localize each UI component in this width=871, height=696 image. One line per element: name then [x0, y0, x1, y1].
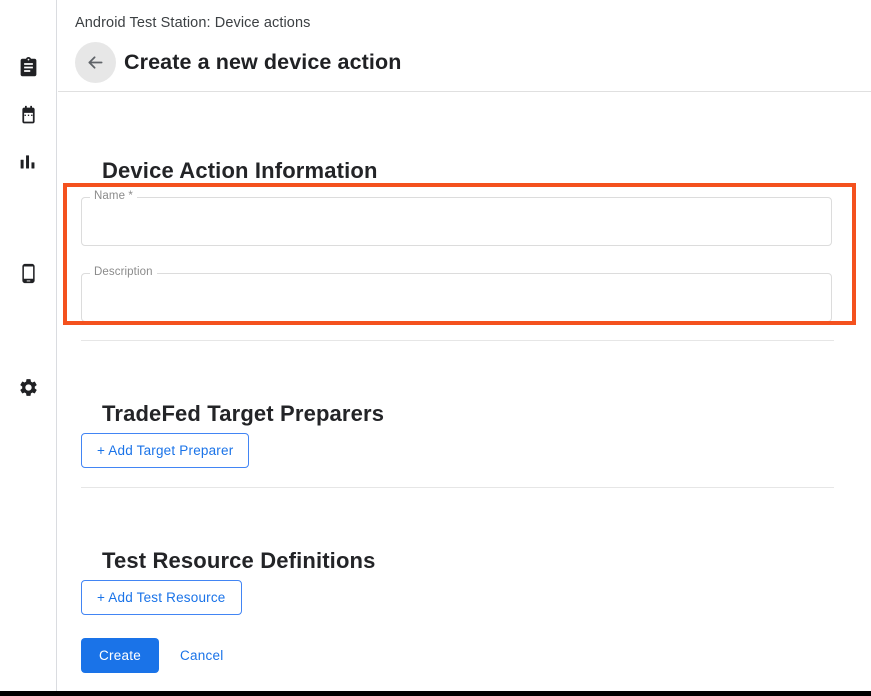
add-target-preparer-button[interactable]: + Add Target Preparer: [81, 433, 249, 468]
app-window: Android Test Station: Device actions Cre…: [0, 0, 871, 696]
bottom-strip: [0, 691, 871, 696]
calendar-icon: [18, 105, 39, 126]
sidebar-item-test-results[interactable]: [0, 146, 56, 176]
bar-chart-icon: [18, 151, 39, 172]
name-input[interactable]: [82, 198, 831, 245]
gear-icon: [18, 377, 39, 398]
section-divider: [81, 340, 834, 341]
sidebar-rail: [0, 0, 57, 691]
sidebar-item-test-suites[interactable]: [0, 100, 56, 130]
name-field-wrapper: Name *: [81, 197, 832, 246]
clipboard-icon: [18, 57, 39, 78]
sidebar-item-test-runs[interactable]: [0, 52, 56, 82]
description-input[interactable]: [82, 274, 831, 321]
sidebar-item-settings[interactable]: [0, 372, 56, 402]
cancel-button[interactable]: Cancel: [168, 638, 236, 673]
title-row: Create a new device action: [75, 36, 401, 90]
main-content: Device Action Information Name * Descrip…: [58, 93, 871, 691]
create-button[interactable]: Create: [81, 638, 159, 673]
add-test-resource-button[interactable]: + Add Test Resource: [81, 580, 242, 615]
section-heading-test-resource-definitions: Test Resource Definitions: [102, 548, 376, 574]
sidebar-item-devices[interactable]: [0, 258, 56, 288]
page-title: Create a new device action: [124, 50, 401, 75]
smartphone-icon: [18, 263, 39, 284]
section-divider: [81, 487, 834, 488]
section-heading-device-action-information: Device Action Information: [102, 158, 378, 184]
description-field-wrapper: Description: [81, 273, 832, 322]
back-button[interactable]: [75, 42, 116, 83]
breadcrumb: Android Test Station: Device actions: [75, 15, 310, 31]
arrow-left-icon: [85, 52, 106, 73]
section-heading-tradefed-target-preparers: TradeFed Target Preparers: [102, 401, 384, 427]
page-header: Android Test Station: Device actions Cre…: [58, 0, 871, 92]
